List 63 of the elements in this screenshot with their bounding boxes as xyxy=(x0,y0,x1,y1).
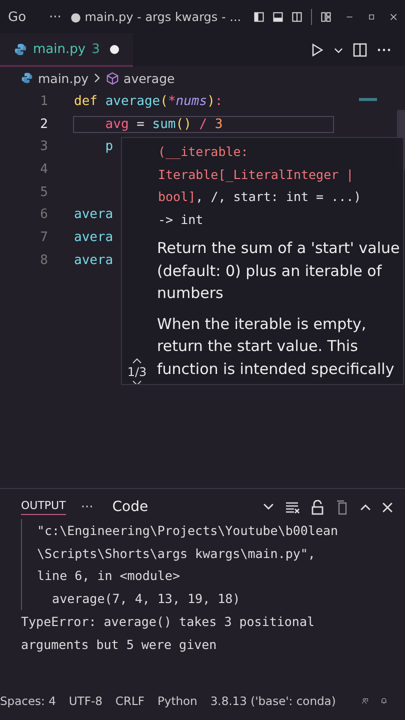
sidebar-toggle-icon[interactable] xyxy=(254,10,264,24)
output-line: TypeError: average() takes 3 positional xyxy=(21,614,314,630)
window-title: ● main.py - args kwargs - ... xyxy=(70,10,242,24)
document-icon[interactable] xyxy=(335,500,349,514)
signature-line: bool], /, start: int = ...) xyxy=(158,188,362,206)
signature-line: -> int xyxy=(158,210,204,228)
line-number: 6 xyxy=(39,207,49,222)
doc-paragraph: When the iterable is empty, return the start value. This function is intended specifically xyxy=(157,314,396,380)
code-line: avera xyxy=(74,230,114,245)
chevron-up-icon[interactable] xyxy=(360,503,371,511)
run-icon[interactable] xyxy=(310,43,324,57)
line-number: 2 xyxy=(39,116,49,132)
clear-output-icon[interactable] xyxy=(285,500,300,514)
status-item[interactable]: Python xyxy=(157,694,198,708)
status-item[interactable]: 3.8.13 ('base': conda) xyxy=(210,694,336,708)
python-icon xyxy=(21,72,33,84)
chevron-down-icon[interactable] xyxy=(334,46,343,54)
code-line: avg = sum() / 3 xyxy=(74,116,333,132)
code-line: avera xyxy=(74,252,114,268)
doc-paragraph: Return the sum of a 'start' value (default: 0) plus an iterable of numbers xyxy=(157,238,401,304)
channel-dropdown[interactable]: Code xyxy=(112,499,148,515)
more-menu[interactable]: ··· xyxy=(49,10,62,24)
overload-counter: 1/3 xyxy=(127,365,147,379)
split-editor-icon[interactable] xyxy=(353,43,367,57)
breadcrumb-item[interactable]: main.py xyxy=(38,70,89,86)
code-line: p xyxy=(104,139,114,154)
split-layout-icon[interactable] xyxy=(292,10,302,24)
menu-item[interactable]: Go xyxy=(8,10,26,24)
unsaved-dot xyxy=(110,44,119,54)
signature-line: Iterable[_LiteralInteger | xyxy=(158,166,355,184)
status-item[interactable]: CRLF xyxy=(115,694,144,708)
status-item[interactable]: Spaces: 4 xyxy=(0,694,56,708)
more-menu[interactable]: ··· xyxy=(80,500,94,514)
python-icon xyxy=(14,42,27,56)
chevron-right-icon xyxy=(94,73,101,83)
signature-line: (__iterable: xyxy=(158,143,250,161)
output-line: "c:\Engineering\Projects\Youtube\b00lean xyxy=(37,522,338,538)
line-number: 8 xyxy=(39,252,49,268)
editor-tab[interactable]: main.py 3 xyxy=(0,33,133,67)
output-line: \Scripts\Shorts\args kwargs\main.py", xyxy=(37,546,316,561)
output-tab[interactable]: OUTPUT xyxy=(21,499,66,515)
code-line: avera xyxy=(74,207,114,222)
maximize-icon[interactable] xyxy=(368,12,375,22)
panel-toggle-icon[interactable] xyxy=(273,10,284,24)
output-line: line 6, in <module> xyxy=(37,568,180,584)
status-item[interactable]: UTF-8 xyxy=(68,694,102,708)
line-number: 1 xyxy=(39,94,49,109)
close-icon[interactable] xyxy=(382,502,393,512)
output-line: average(7, 4, 13, 19, 18) xyxy=(51,591,240,606)
breadcrumb-item[interactable]: average xyxy=(124,70,175,86)
close-icon[interactable] xyxy=(390,12,398,22)
line-number: 7 xyxy=(39,230,49,245)
line-number: 5 xyxy=(39,184,49,200)
chevron-up-icon[interactable] xyxy=(132,358,142,364)
line-number: 3 xyxy=(39,139,49,154)
padlock-icon[interactable] xyxy=(311,500,324,514)
code-line: def average(*nums): xyxy=(74,94,223,109)
more-icon[interactable] xyxy=(377,48,391,52)
layout-icon[interactable] xyxy=(320,10,331,24)
chevron-down-icon[interactable] xyxy=(263,503,274,511)
output-line: arguments but 5 were given xyxy=(21,636,217,652)
line-number: 4 xyxy=(39,162,49,177)
cube-icon xyxy=(106,72,119,84)
